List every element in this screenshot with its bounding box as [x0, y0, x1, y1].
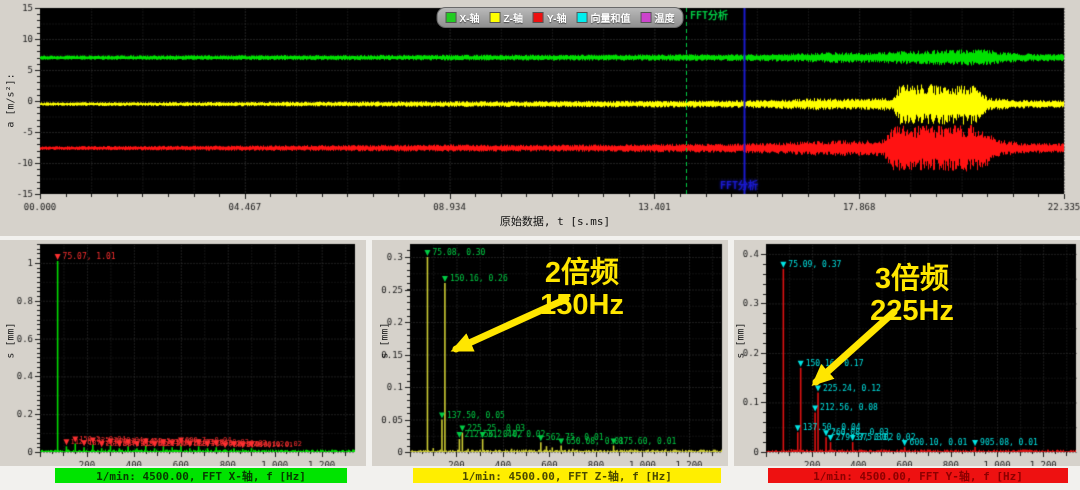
fft-y-y-axis-label: s [mm] [736, 316, 747, 366]
legend-label: 温度 [654, 10, 674, 25]
fft-x-y-axis-label: s [mm] [6, 316, 17, 366]
raw-x-axis-label: 原始数据, t [s.ms] [425, 213, 685, 229]
legend-label: Y-轴 [547, 10, 566, 25]
raw-waveform-plot[interactable] [0, 0, 1080, 236]
legend-label: 向量和值 [590, 10, 630, 25]
legend-swatch [576, 12, 587, 23]
fft-x-footer: 1/min: 4500.00, FFT X-轴, f [Hz] [55, 468, 347, 483]
raw-y-axis-label: a [m/s²]: [6, 66, 17, 136]
callout-3x-line1: 3倍频 [852, 264, 972, 296]
callout-arrow-2x [440, 285, 580, 370]
legend-swatch [640, 12, 651, 23]
legend-item-3[interactable]: Y-轴 [533, 10, 566, 25]
legend-swatch [446, 12, 457, 23]
series-legend: X-轴 Z-轴 Y-轴 向量和值 温度 [437, 7, 684, 28]
fft-x-axis-plot[interactable] [0, 240, 366, 466]
legend-item-4[interactable]: 向量和值 [576, 10, 630, 25]
legend-swatch [490, 12, 501, 23]
legend-item-5[interactable]: 温度 [640, 10, 674, 25]
legend-swatch [533, 12, 544, 23]
legend-item-2[interactable]: Z-轴 [490, 10, 523, 25]
fft-y-footer: 1/min: 4500.00, FFT Y-轴, f [Hz] [768, 468, 1068, 483]
callout-arrow-3x [798, 300, 908, 400]
legend-item-1[interactable]: X-轴 [446, 10, 480, 25]
fft-z-y-axis-label: s [mm] [380, 316, 391, 366]
fft-z-footer: 1/min: 4500.00, FFT Z-轴, f [Hz] [413, 468, 721, 483]
legend-label: Z-轴 [504, 10, 523, 25]
legend-label: X-轴 [460, 10, 480, 25]
vibration-analysis-app: a [m/s²]: 原始数据, t [s.ms] X-轴 Z-轴 Y-轴 向量和值 温度… [0, 0, 1080, 490]
